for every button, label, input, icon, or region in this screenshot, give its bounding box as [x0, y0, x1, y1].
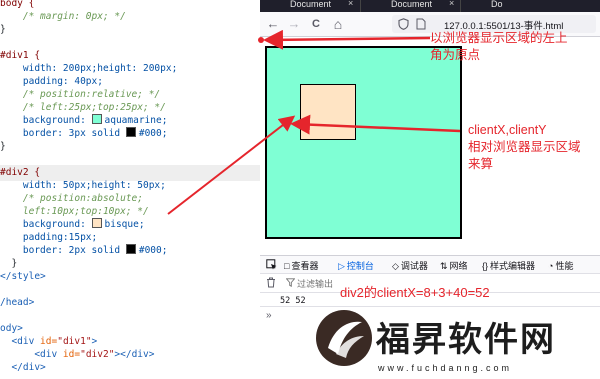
devtools-tab-label: 调试器: [400, 261, 428, 271]
browser-tab-label: Do: [491, 0, 503, 9]
devtools-tab-label: 性能: [555, 261, 574, 271]
watermark-title: 福昇软件网: [376, 321, 556, 359]
network-icon: ⇅: [440, 261, 448, 271]
code-token: #div1 {: [0, 50, 41, 61]
debugger-icon: ◇: [392, 261, 399, 271]
page-icon: [416, 18, 426, 30]
code-token: #div2 {: [0, 167, 41, 178]
annotation-line: clientX,clientY: [468, 123, 547, 137]
code-token: /* position:relative; */: [0, 89, 161, 100]
code-token: "div1": [57, 336, 92, 347]
devtools-tab-label: 控制台: [346, 261, 374, 271]
browser-tab-strip: Document × Document × Do: [260, 0, 600, 12]
devtools-tab-performance[interactable]: ◔ 性能: [548, 259, 573, 272]
code-token: >: [91, 336, 98, 347]
color-swatch-icon: [91, 114, 102, 124]
console-filter-input[interactable]: 过滤输出: [297, 277, 333, 290]
devtools-tab-inspector[interactable]: □ 查看器: [284, 259, 318, 272]
code-token: /head>: [0, 297, 35, 308]
shield-icon[interactable]: [398, 18, 409, 30]
watermark-url: www.fuchdanng.com: [378, 363, 513, 373]
code-token: id=: [40, 336, 58, 347]
devtools-tab-label: 查看器: [291, 261, 319, 271]
code-token: /* margin: 0px; */: [0, 11, 126, 22]
browser-tab-label: Document: [290, 0, 332, 9]
color-swatch-icon: [91, 218, 102, 228]
code-token: <div: [0, 349, 63, 360]
code-token: left:10px;top:10px; */: [0, 206, 149, 217]
code-token: bisque;: [104, 219, 145, 230]
browser-tab[interactable]: Document ×: [360, 0, 460, 12]
browser-tab[interactable]: Document ×: [260, 0, 360, 12]
color-swatch-icon: [125, 244, 136, 254]
code-token: <div: [0, 336, 41, 347]
code-editor[interactable]: body { /* margin: 0px; */} #div1 { width:…: [0, 0, 260, 379]
back-arrow-icon[interactable]: ←: [265, 16, 281, 32]
reload-icon[interactable]: C: [308, 16, 324, 32]
code-token: padding: 40px;: [0, 76, 103, 87]
code-token: </style>: [0, 271, 46, 282]
annotation-origin: 以浏览器显示区域的左上 角为原点: [430, 30, 568, 64]
devtools-tab-label: 样式编辑器: [490, 261, 536, 271]
code-token: ody>: [0, 323, 23, 334]
console-icon: ▷: [338, 261, 345, 271]
code-token: ></div>: [114, 349, 155, 360]
close-icon[interactable]: ×: [449, 0, 454, 8]
browser-tab[interactable]: Do: [460, 0, 600, 12]
code-token: border: 2px solid: [0, 245, 126, 256]
close-icon[interactable]: ×: [348, 0, 353, 8]
div2-box: [300, 84, 356, 140]
performance-icon: ◔: [548, 261, 554, 271]
devtools-tab-style-editor[interactable]: {} 样式编辑器: [482, 259, 535, 272]
watermark: 福昇软件网 www.fuchdanng.com: [312, 306, 600, 379]
code-token: background:: [0, 219, 92, 230]
annotation-line: 相对浏览器显示区域: [468, 140, 581, 154]
trash-icon[interactable]: [266, 277, 276, 288]
devtools-tab-network[interactable]: ⇅ 网络: [440, 259, 468, 272]
browser-tab-label: Document: [391, 0, 433, 9]
code-token: width: 200px;height: 200px;: [0, 63, 178, 74]
code-token: </div>: [0, 362, 46, 373]
div1-box: [265, 46, 462, 239]
filter-icon: [286, 278, 295, 287]
code-token: #000;: [138, 128, 168, 139]
code-token: padding:15px;: [0, 232, 98, 243]
code-token: /* left:25px;top:25px; */: [0, 102, 166, 113]
code-token: aquamarine;: [104, 115, 168, 126]
code-token: "div2": [80, 349, 115, 360]
annotation-origin-text: 以浏览器显示区域的左上 角为原点: [430, 30, 568, 64]
code-token: }: [0, 258, 18, 269]
forward-arrow-icon[interactable]: →: [286, 16, 302, 32]
home-icon[interactable]: ⌂: [330, 16, 346, 32]
code-line[interactable]: </div>: [0, 360, 260, 376]
annotation-client-text: clientX,clientY 相对浏览器显示区域 来算: [468, 122, 581, 173]
code-token: background:: [0, 115, 92, 126]
code-token: body {: [0, 0, 35, 9]
prompt-icon: »: [266, 310, 272, 321]
devtools-tab-debugger[interactable]: ◇ 调试器: [392, 259, 428, 272]
devtools-tab-label: 网络: [449, 261, 468, 271]
devtools-toolbar: □ 查看器 ▷ 控制台 ◇ 调试器 ⇅ 网络 {} 样式编辑器 ◔ 性能: [260, 255, 600, 274]
annotation-line: 以浏览器显示区域的左上: [430, 31, 568, 45]
code-token: }: [0, 141, 6, 152]
annotation-formula: div2的clientX=8+3+40=52: [340, 285, 490, 300]
annotation-line: 来算: [468, 157, 494, 171]
inspector-icon: □: [284, 261, 290, 271]
code-token: }: [0, 24, 6, 35]
code-token: border: 3px solid: [0, 128, 126, 139]
annotation-line: 角为原点: [430, 48, 481, 62]
annotation-client: clientX,clientY 相对浏览器显示区域 来算: [468, 122, 581, 173]
code-token: /* position:absolute;: [0, 193, 143, 204]
console-output: 52 52: [280, 296, 306, 306]
pick-element-icon[interactable]: [266, 259, 277, 270]
style-editor-icon: {}: [482, 261, 489, 271]
devtools-tab-console[interactable]: ▷ 控制台: [338, 259, 374, 272]
code-token: id=: [62, 349, 81, 360]
color-swatch-icon: [125, 127, 136, 137]
code-token: width: 50px;height: 50px;: [0, 180, 166, 191]
code-token: #000;: [138, 245, 168, 256]
watermark-logo-icon: [316, 310, 372, 366]
